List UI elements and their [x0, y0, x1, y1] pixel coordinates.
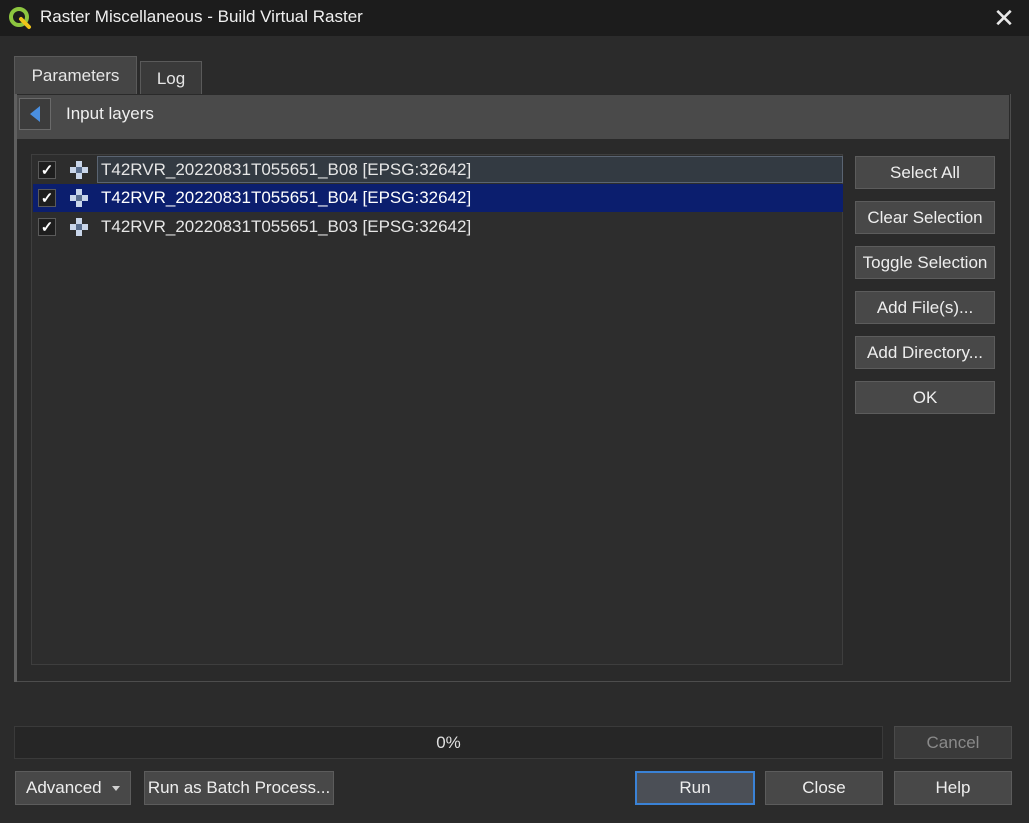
window-title: Raster Miscellaneous - Build Virtual Ras…	[40, 7, 363, 26]
run-batch-button[interactable]: Run as Batch Process...	[144, 771, 334, 805]
tab-parameters[interactable]: Parameters	[14, 56, 137, 95]
input-layers-label: Input layers	[66, 104, 154, 123]
list-item[interactable]: ✓ T42RVR_20220831T055651_B03 [EPSG:32642…	[33, 213, 843, 241]
advanced-label: Advanced	[26, 778, 102, 797]
layer-checkbox[interactable]: ✓	[38, 218, 56, 236]
panel-header	[17, 95, 1009, 139]
tab-log-label: Log	[156, 68, 186, 88]
clear-selection-button[interactable]: Clear Selection	[855, 201, 995, 234]
run-button[interactable]: Run	[635, 771, 755, 805]
raster-layer-icon	[70, 218, 88, 236]
qgis-logo-icon	[9, 7, 31, 29]
layer-name: T42RVR_20220831T055651_B03 [EPSG:32642]	[101, 217, 472, 236]
cancel-button[interactable]: Cancel	[894, 726, 1012, 759]
list-item[interactable]: ✓ T42RVR_20220831T055651_B04 [EPSG:32642…	[33, 184, 843, 212]
back-button[interactable]	[19, 98, 51, 130]
list-item[interactable]: ✓ T42RVR_20220831T055651_B08 [EPSG:32642…	[33, 156, 843, 184]
panel-left-edge	[14, 94, 17, 682]
tab-log[interactable]: Log	[140, 61, 202, 95]
dropdown-arrow-icon	[112, 786, 120, 791]
add-directory-button[interactable]: Add Directory...	[855, 336, 995, 369]
close-window-icon[interactable]: ✕	[989, 3, 1019, 33]
advanced-button[interactable]: Advanced	[15, 771, 131, 805]
layer-list[interactable]: ✓ T42RVR_20220831T055651_B08 [EPSG:32642…	[31, 154, 843, 665]
tab-parameters-label: Parameters	[31, 66, 120, 85]
add-files-button[interactable]: Add File(s)...	[855, 291, 995, 324]
raster-layer-icon	[70, 189, 88, 207]
help-button[interactable]: Help	[894, 771, 1012, 805]
layer-checkbox[interactable]: ✓	[38, 161, 56, 179]
title-bar: Raster Miscellaneous - Build Virtual Ras…	[0, 0, 1029, 36]
close-button[interactable]: Close	[765, 771, 883, 805]
progress-text: 0%	[436, 732, 461, 752]
select-all-button[interactable]: Select All	[855, 156, 995, 189]
layer-name: T42RVR_20220831T055651_B04 [EPSG:32642]	[101, 188, 472, 207]
layer-name: T42RVR_20220831T055651_B08 [EPSG:32642]	[101, 160, 472, 179]
ok-button[interactable]: OK	[855, 381, 995, 414]
toggle-selection-button[interactable]: Toggle Selection	[855, 246, 995, 279]
raster-layer-icon	[70, 161, 88, 179]
progress-bar: 0%	[14, 726, 883, 759]
layer-checkbox[interactable]: ✓	[38, 189, 56, 207]
triangle-left-icon	[30, 106, 40, 122]
